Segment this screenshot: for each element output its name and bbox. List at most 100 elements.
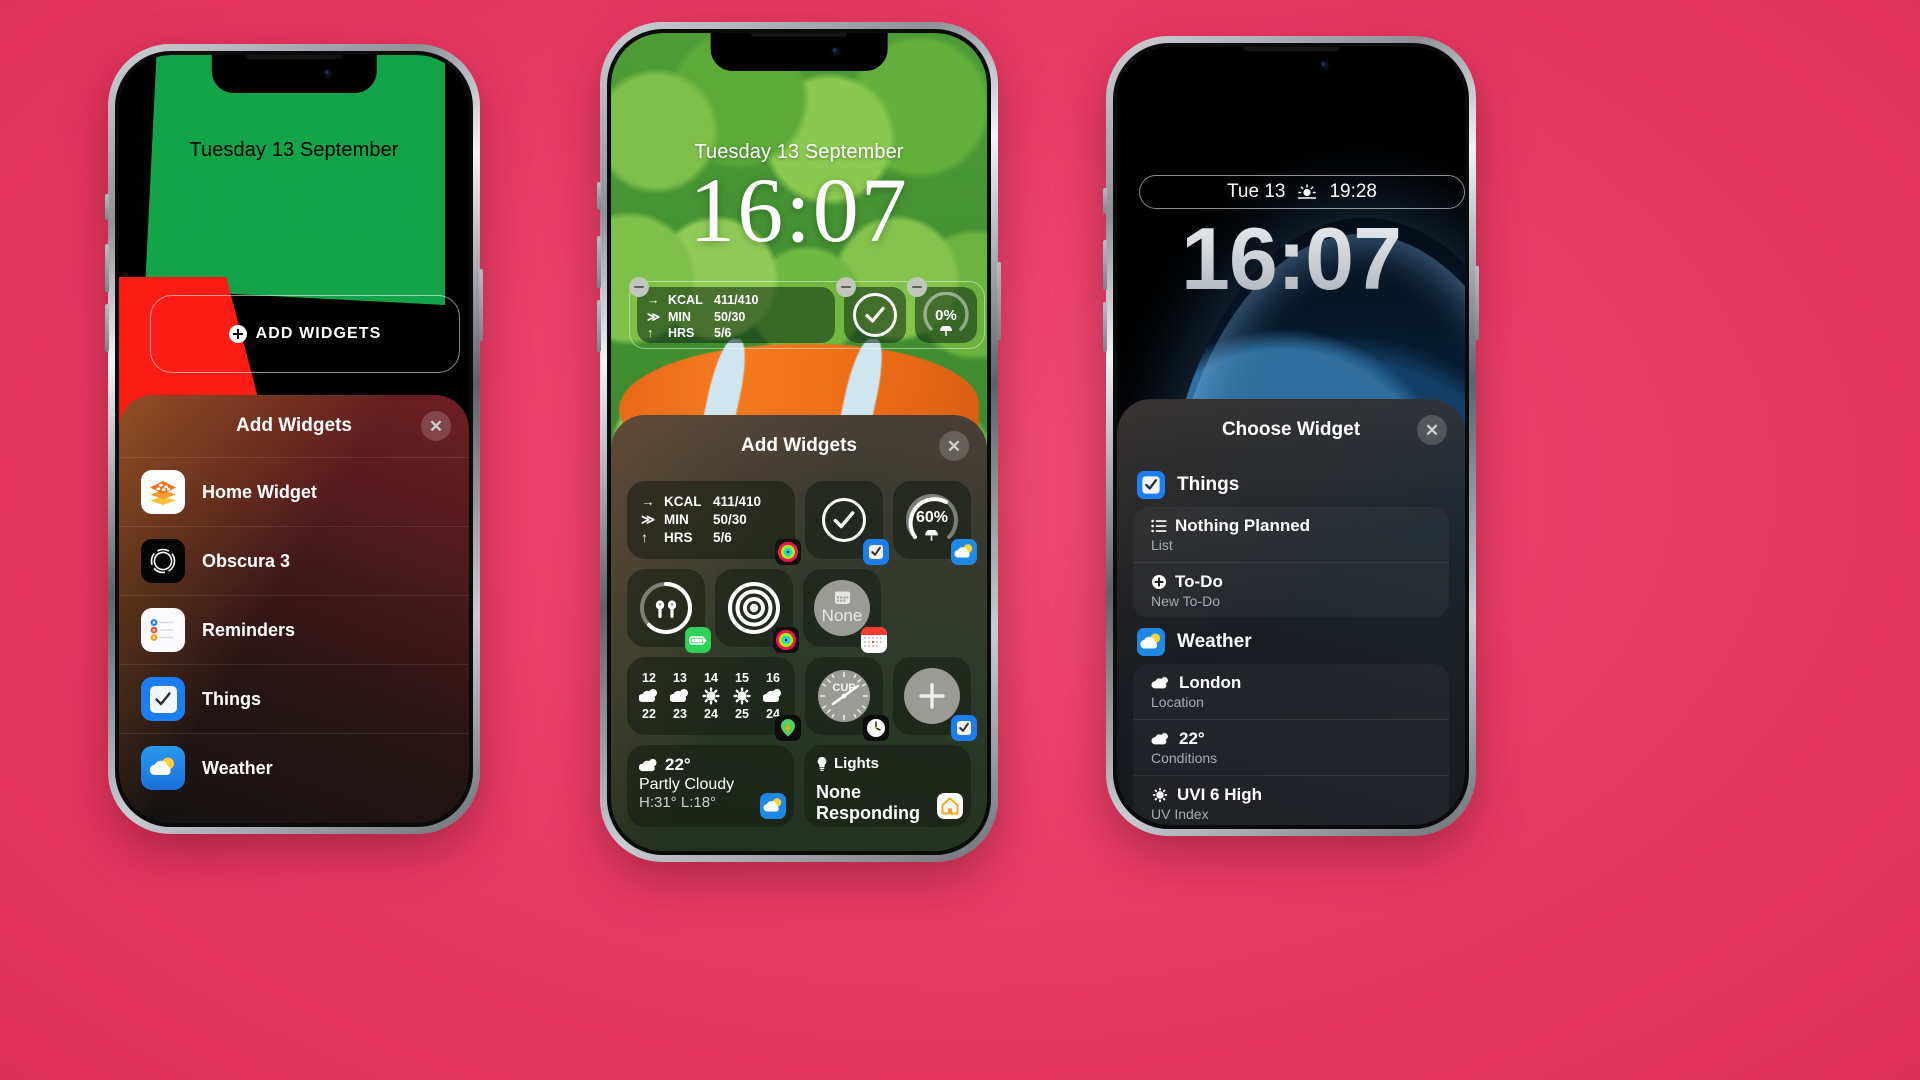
widget-worldclock-cup[interactable]: CUP [805, 657, 889, 741]
lock-widget-rain[interactable]: 0% [907, 277, 977, 343]
list-item[interactable]: To-Do New To-Do [1133, 562, 1449, 618]
kcal-arrow-icon: → [641, 494, 655, 510]
list-item[interactable]: Things [119, 664, 469, 733]
hrs-arrow-icon: ↑ [647, 326, 654, 340]
list-item[interactable]: UVI 6 High UV Index [1133, 775, 1449, 825]
widget-rings[interactable] [715, 569, 799, 653]
calendar-app-icon [861, 627, 887, 653]
phone-1: Tuesday 13 September 16:06 ADD WIDGETS A… [105, 44, 483, 834]
notch [1209, 47, 1373, 85]
item-subtitle: List [1151, 537, 1173, 553]
widget-add-more[interactable] [893, 657, 977, 741]
item-subtitle: New To-Do [1151, 593, 1220, 609]
forecast-day: 12 22 [639, 671, 659, 721]
lights-title: Lights [834, 755, 879, 772]
list-item[interactable]: Home Widget [119, 457, 469, 526]
list-item-label: Obscura 3 [202, 550, 291, 571]
lockscreen-date-pill[interactable]: Tue 13 19:28 [1139, 175, 1465, 209]
close-icon[interactable]: ✕ [1417, 415, 1447, 445]
plus-circle-icon [1152, 575, 1166, 589]
close-icon[interactable]: ✕ [421, 411, 451, 441]
group-card-weather: London Location 22° Conditions UVI 6 Hig… [1133, 664, 1449, 825]
sheet-header: Add Widgets ✕ [611, 415, 987, 477]
volume-up-button[interactable] [105, 244, 109, 292]
screenshot-stage: Tuesday 13 September 16:06 ADD WIDGETS A… [0, 0, 1920, 1080]
calendar-none-label: None [821, 606, 863, 625]
choose-widget-sheet: Choose Widget ✕ Things Nothing Planned L… [1117, 399, 1465, 825]
power-button[interactable] [1475, 266, 1479, 340]
svg-text:CUP: CUP [832, 682, 855, 694]
widget-rain-60[interactable]: 60% [893, 481, 977, 565]
calendar-icon [834, 591, 850, 604]
item-title-line: UVI 6 High [1151, 785, 1449, 805]
widget-weather-conditions[interactable]: 22° Partly Cloudy H:31° L:18° [627, 745, 794, 827]
widget-things-check[interactable] [805, 481, 889, 565]
mute-switch[interactable] [597, 182, 601, 210]
remove-widget-icon[interactable] [836, 277, 856, 297]
list-item[interactable]: Reminders [119, 595, 469, 664]
lockscreen-widget-tray[interactable]: → KCAL 411/410 ≫ MIN 50/30 ↑ HRS 5/6 0% [629, 277, 985, 349]
min-arrow-icon: ≫ [641, 512, 656, 528]
list-item[interactable]: 22° Conditions [1133, 719, 1449, 775]
lockscreen-date: Tuesday 13 September [189, 139, 399, 161]
lockscreen-clock: 16:07 [689, 159, 909, 261]
earpiece-speaker [246, 55, 342, 59]
min-arrow-icon: ≫ [647, 309, 661, 324]
item-title-line: To-Do [1151, 572, 1449, 592]
item-subtitle: UV Index [1151, 806, 1209, 822]
volume-up-button[interactable] [597, 236, 601, 288]
weather-app-icon [760, 793, 786, 819]
volume-down-button[interactable] [105, 304, 109, 352]
volume-up-button[interactable] [1103, 240, 1107, 290]
lock-widget-things[interactable] [836, 277, 906, 343]
widget-fitness[interactable]: → KCAL 411/410 ≫ MIN 50/30 ↑ HRS 5/6 [627, 481, 801, 565]
volume-down-button[interactable] [1103, 302, 1107, 352]
lockscreen-clock: 16:06 [172, 150, 416, 259]
mute-switch[interactable] [1103, 188, 1107, 214]
list-item[interactable]: Obscura 3 [119, 526, 469, 595]
item-title: To-Do [1175, 572, 1223, 591]
list-item[interactable]: London Location [1133, 664, 1449, 719]
close-icon[interactable]: ✕ [939, 431, 969, 461]
phone-3-screen: Tue 13 19:28 16:07 Choose Widget ✕ Thing… [1117, 47, 1465, 825]
obscura-app-icon [141, 539, 185, 583]
list-item[interactable]: Nothing Planned List [1133, 507, 1449, 562]
forecast-day: 15 25 [732, 671, 752, 721]
kcal-value: 411/410 [713, 494, 762, 510]
widget-weather-forecast[interactable]: 12 22 13 23 14 24 15 25 16 24 [627, 657, 801, 741]
add-widgets-sheet: Add Widgets ✕ Home Widget Obscura 3 Remi… [119, 395, 469, 823]
widget-calendar-none[interactable]: None [803, 569, 887, 653]
forecast-day-number: 15 [735, 671, 749, 685]
remove-widget-icon[interactable] [629, 277, 649, 297]
list-item-label: Home Widget [202, 481, 317, 502]
min-key: MIN [668, 309, 691, 324]
kcal-value: 411/410 [714, 293, 759, 307]
item-subtitle: Location [1151, 694, 1204, 710]
forecast-temp: 23 [673, 707, 687, 721]
list-item-label: Weather [202, 757, 273, 778]
phone-3: Tue 13 19:28 16:07 Choose Widget ✕ Thing… [1103, 36, 1479, 836]
power-button[interactable] [997, 262, 1001, 340]
add-widget-circle [904, 668, 960, 724]
mute-switch[interactable] [105, 194, 109, 220]
widget-lights[interactable]: Lights None Responding [804, 745, 971, 827]
group-card-things: Nothing Planned List To-Do New To-Do [1133, 507, 1449, 618]
min-value: 50/30 [714, 309, 746, 324]
volume-down-button[interactable] [597, 300, 601, 352]
list-item-batteries[interactable]: Batteries [627, 837, 971, 851]
power-button[interactable] [479, 269, 483, 341]
item-subtitle: Conditions [1151, 750, 1218, 766]
add-widgets-button[interactable]: ADD WIDGETS [150, 295, 460, 373]
sun-icon [733, 687, 751, 705]
front-camera-icon [1319, 60, 1331, 71]
widget-grid: → KCAL 411/410 ≫ MIN 50/30 ↑ HRS 5/6 60%… [611, 477, 987, 851]
forecast-day-number: 13 [673, 671, 687, 685]
widget-airpods-battery[interactable] [627, 569, 711, 653]
lock-widget-fitness[interactable]: → KCAL 411/410 ≫ MIN 50/30 ↑ HRS 5/6 [629, 277, 835, 343]
group-label: Things [1177, 474, 1240, 495]
home-widget-app-icon [141, 470, 185, 514]
sun-icon [702, 687, 720, 705]
list-item[interactable]: Weather [119, 733, 469, 802]
item-title: London [1179, 673, 1242, 692]
item-title: UVI 6 High [1177, 785, 1263, 804]
